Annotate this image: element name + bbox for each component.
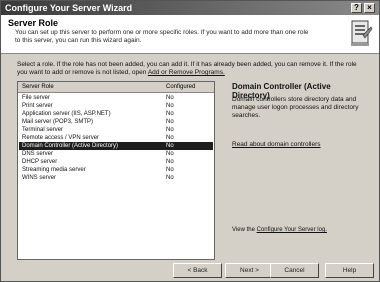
column-header-configured[interactable]: Configured (166, 82, 195, 92)
role-row-dns-server[interactable]: DNS server No (19, 150, 213, 158)
role-name: Terminal server (22, 127, 64, 133)
role-name: Application server (IIS, ASP.NET) (22, 111, 111, 117)
column-header-role[interactable]: Server Role (22, 82, 54, 92)
role-configured: No (166, 119, 174, 125)
role-name: Print server (22, 103, 53, 109)
page-title: Server Role (8, 18, 59, 28)
next-button[interactable]: Next > (225, 263, 274, 278)
title-bar: Configure Your Server Wizard ? × (1, 1, 379, 15)
list-header: Server Role Configured (18, 82, 214, 93)
server-log-link[interactable]: Configure Your Server log. (257, 227, 327, 233)
role-configured: No (166, 95, 174, 101)
role-configured: No (166, 159, 174, 165)
page-subtitle: You can set up this server to perform on… (15, 29, 309, 44)
role-configured: No (166, 175, 174, 181)
role-configured: No (166, 127, 174, 133)
role-configured: No (166, 111, 174, 117)
wizard-header: Server Role You can set up this server t… (1, 15, 379, 54)
instructions-text: Select a role. If the role has not been … (17, 61, 367, 77)
role-name: Mail server (POP3, SMTP) (22, 119, 94, 125)
add-remove-programs-link[interactable]: Add or Remove Programs. (148, 69, 225, 76)
role-name: DNS server (22, 151, 54, 157)
cancel-button[interactable]: Cancel (270, 263, 319, 278)
role-row-print-server[interactable]: Print server No (19, 102, 213, 110)
role-configured: No (166, 143, 174, 149)
read-about-domain-controllers-link[interactable]: Read about domain controllers (232, 141, 321, 148)
help-title-button[interactable]: ? (351, 3, 362, 13)
role-configured: No (166, 167, 174, 173)
role-row-application-server[interactable]: Application server (IIS, ASP.NET) No (19, 110, 213, 118)
server-wizard-icon (351, 20, 373, 46)
view-log-prefix: View the (232, 227, 257, 233)
role-row-remote-access[interactable]: Remote access / VPN server No (19, 134, 213, 142)
role-configured: No (166, 103, 174, 109)
role-row-dhcp-server[interactable]: DHCP server No (19, 158, 213, 166)
role-name: WINS server (22, 175, 57, 181)
view-log-text: View the Configure Your Server log. (232, 227, 327, 233)
role-row-domain-controller[interactable]: Domain Controller (Active Directory) No (19, 142, 213, 150)
role-name: DHCP server (22, 159, 58, 165)
role-row-streaming-media[interactable]: Streaming media server No (19, 166, 213, 174)
window-title: Configure Your Server Wizard (5, 3, 133, 13)
role-details-description: Domain controllers store directory data … (232, 96, 359, 119)
role-row-terminal-server[interactable]: Terminal server No (19, 126, 213, 134)
close-window-button[interactable]: × (364, 3, 375, 13)
role-name: Domain Controller (Active Directory) (22, 143, 119, 149)
wizard-window: Configure Your Server Wizard ? × Server … (0, 0, 380, 282)
server-roles-list[interactable]: Server Role Configured File server No Pr… (17, 81, 215, 260)
role-name: Streaming media server (22, 167, 86, 173)
role-row-mail-server[interactable]: Mail server (POP3, SMTP) No (19, 118, 213, 126)
help-button[interactable]: Help (325, 263, 374, 278)
role-row-file-server[interactable]: File server No (19, 94, 213, 102)
role-row-wins-server[interactable]: WINS server No (19, 174, 213, 182)
role-configured: No (166, 135, 174, 141)
role-name: File server (22, 95, 51, 101)
back-button[interactable]: < Back (173, 263, 222, 278)
role-name: Remote access / VPN server (22, 135, 100, 141)
role-configured: No (166, 151, 174, 157)
